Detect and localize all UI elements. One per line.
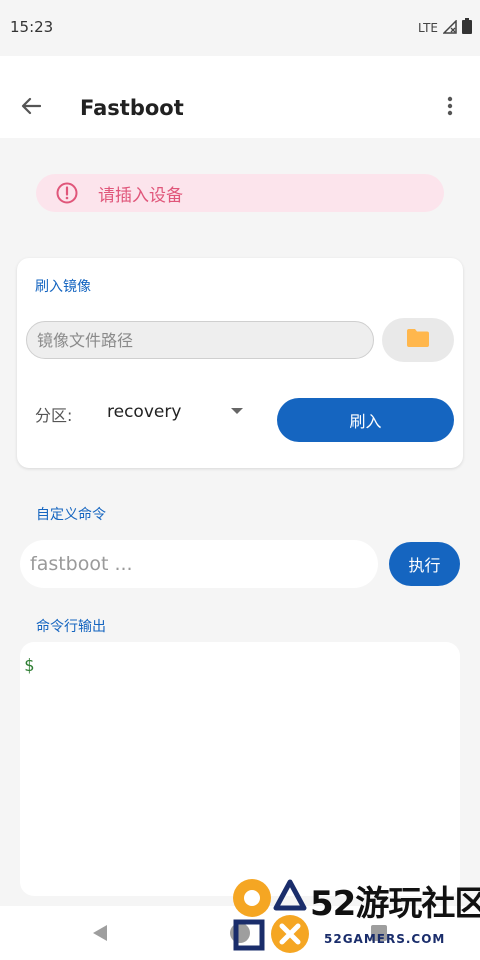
- alert-circle-icon: [56, 182, 78, 204]
- app-bar: Fastboot: [0, 56, 480, 138]
- nav-back-icon[interactable]: [92, 924, 108, 946]
- flash-button[interactable]: 刷入: [277, 398, 454, 442]
- output-prompt: $: [24, 656, 35, 676]
- folder-icon: [406, 328, 430, 352]
- alert-text: 请插入设备: [98, 185, 183, 206]
- signal-icon: [442, 18, 457, 38]
- browse-folder-button[interactable]: [382, 318, 454, 362]
- flash-card-title: 刷入镜像: [35, 279, 91, 295]
- partition-dropdown[interactable]: recovery: [99, 394, 249, 430]
- page-title: Fastboot: [80, 96, 184, 120]
- execute-button[interactable]: 执行: [389, 542, 460, 586]
- status-bar: 15:23 LTE: [0, 0, 480, 56]
- watermark-logo-icon: [233, 879, 309, 953]
- more-options-button[interactable]: [442, 94, 458, 122]
- network-type: LTE: [418, 21, 438, 35]
- more-vertical-icon: [447, 96, 453, 120]
- status-time: 15:23: [10, 18, 54, 36]
- dropdown-arrow-icon: [231, 408, 243, 414]
- arrow-left-icon: [21, 97, 42, 119]
- partition-value: recovery: [107, 402, 182, 422]
- watermark: 52游玩社区 52GAMERS.COM: [228, 874, 480, 954]
- back-button[interactable]: [16, 94, 46, 122]
- partition-label: 分区:: [35, 406, 73, 425]
- watermark-title: 52游玩社区: [310, 884, 480, 924]
- command-output-panel: $: [20, 642, 460, 896]
- custom-command-label: 自定义命令: [36, 507, 106, 523]
- image-path-input[interactable]: [26, 321, 374, 359]
- battery-icon: [462, 18, 472, 38]
- flash-image-card: 刷入镜像 分区: recovery 刷入: [17, 258, 463, 468]
- device-alert-banner: 请插入设备: [36, 174, 444, 212]
- status-icons: LTE: [418, 18, 472, 38]
- output-label: 命令行输出: [36, 619, 106, 635]
- command-input[interactable]: [20, 540, 378, 588]
- watermark-domain: 52GAMERS.COM: [324, 932, 446, 946]
